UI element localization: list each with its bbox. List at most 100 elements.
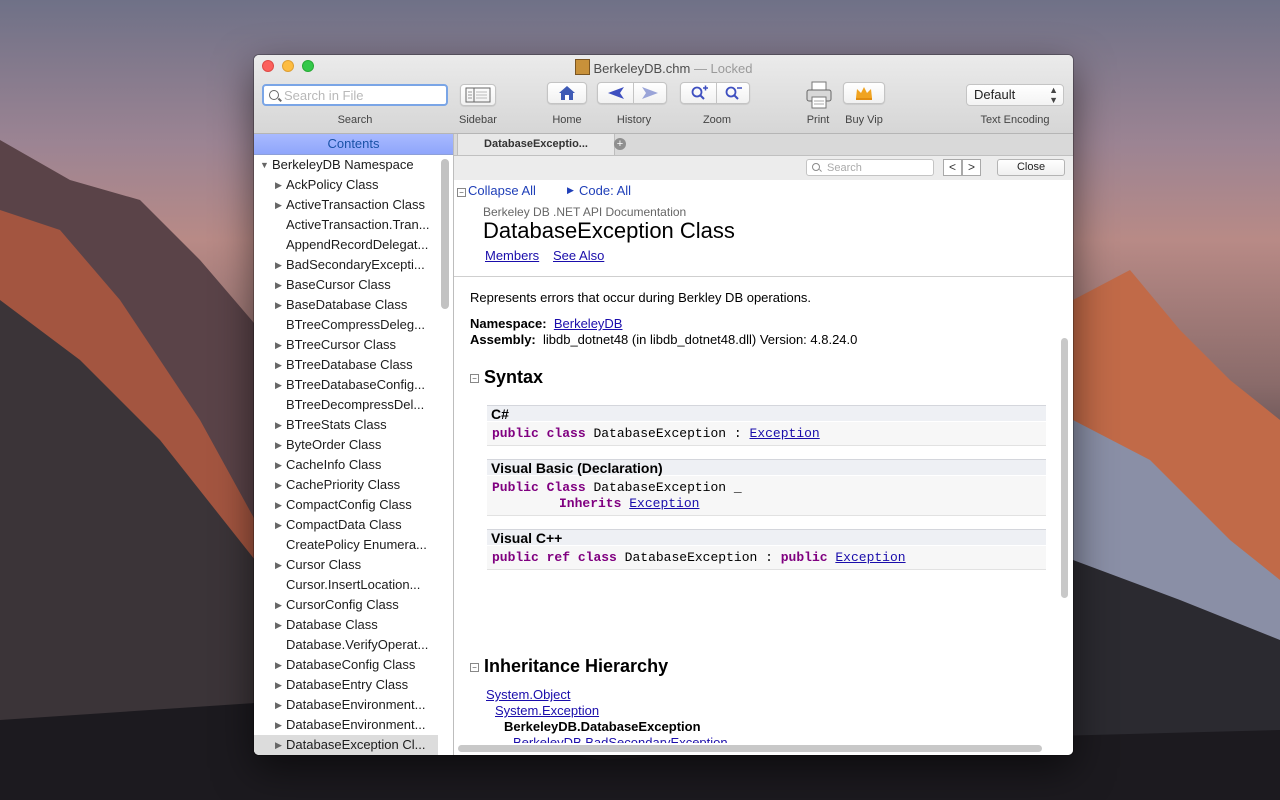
tree-item[interactable]: ▶ AckPolicy Class [254, 175, 438, 195]
zoom-out-icon [725, 86, 742, 100]
hierarchy-current-class: BerkeleyDB.DatabaseException [504, 719, 701, 734]
zoom-out-button[interactable] [716, 83, 749, 103]
disclosure-closed-icon[interactable]: ▶ [275, 295, 282, 315]
tree-item[interactable]: BTreeCompressDeleg... [254, 315, 438, 335]
tree-item[interactable]: Database.VerifyOperat... [254, 635, 438, 655]
contents-tab[interactable]: Contents [254, 134, 453, 155]
disclosure-closed-icon[interactable]: ▶ [275, 695, 282, 715]
code-filter-arrow-icon[interactable]: ▶ [567, 185, 574, 196]
find-next-button[interactable]: > [962, 159, 981, 176]
exception-link[interactable]: Exception [629, 496, 699, 511]
tree-item[interactable]: ▶ BaseCursor Class [254, 275, 438, 295]
disclosure-closed-icon[interactable]: ▶ [275, 515, 282, 535]
disclosure-closed-icon[interactable]: ▶ [275, 595, 282, 615]
tree-item[interactable]: ▶ BTreeDatabase Class [254, 355, 438, 375]
disclosure-closed-icon[interactable]: ▶ [275, 415, 282, 435]
tree-item[interactable]: ActiveTransaction.Tran... [254, 215, 438, 235]
disclosure-closed-icon[interactable]: ▶ [275, 735, 282, 755]
document-icon [574, 59, 590, 75]
disclosure-closed-icon[interactable]: ▶ [275, 175, 282, 195]
disclosure-closed-icon[interactable]: ▶ [275, 375, 282, 395]
search-icon [812, 163, 820, 171]
disclosure-closed-icon[interactable]: ▶ [275, 255, 282, 275]
tree-item[interactable]: ▶ CacheInfo Class [254, 455, 438, 475]
home-button[interactable] [547, 82, 587, 104]
vb-code: Public Class DatabaseException _ Inherit… [487, 476, 1046, 516]
code-filter-link[interactable]: Code: All [579, 183, 631, 198]
disclosure-closed-icon[interactable]: ▶ [275, 475, 282, 495]
find-previous-button[interactable]: < [943, 159, 962, 176]
disclosure-closed-icon[interactable]: ▶ [275, 715, 282, 735]
text-encoding-label: Text Encoding [980, 114, 1050, 126]
tab-database-exception[interactable]: DatabaseExceptio... [457, 134, 615, 155]
text-encoding-select[interactable]: Default ▲ ▼ [966, 84, 1064, 106]
disclosure-closed-icon[interactable]: ▶ [275, 555, 282, 575]
search-in-file-field[interactable] [262, 84, 448, 106]
syntax-collapse-icon[interactable]: − [470, 374, 479, 383]
search-label: Search [337, 114, 373, 126]
find-input[interactable] [827, 160, 927, 175]
members-link[interactable]: Members [485, 248, 539, 263]
tree-item[interactable]: ▶ DatabaseException Cl... [254, 735, 438, 755]
tree-item[interactable]: ▶ BaseDatabase Class [254, 295, 438, 315]
exception-link[interactable]: Exception [750, 426, 820, 441]
tree-item[interactable]: CreatePolicy Enumera... [254, 535, 438, 555]
tree-item[interactable]: ▶ ByteOrder Class [254, 435, 438, 455]
tree-item[interactable]: ▶ DatabaseEnvironment... [254, 715, 438, 735]
disclosure-closed-icon[interactable]: ▶ [275, 655, 282, 675]
disclosure-closed-icon[interactable]: ▶ [275, 435, 282, 455]
tree-item[interactable]: ▶ DatabaseEnvironment... [254, 695, 438, 715]
inheritance-collapse-icon[interactable]: − [470, 663, 479, 672]
content-vertical-scrollbar[interactable] [1061, 338, 1068, 598]
vb-heading: Visual Basic (Declaration) [487, 459, 1046, 476]
tree-root[interactable]: ▼ BerkeleyDB Namespace [254, 155, 438, 175]
add-tab-icon[interactable]: + [614, 138, 626, 150]
hierarchy-link[interactable]: System.Exception [486, 703, 1046, 719]
tree-item[interactable]: ▶ CompactData Class [254, 515, 438, 535]
find-search-field[interactable] [806, 159, 934, 176]
tree-item[interactable]: ▶ Database Class [254, 615, 438, 635]
forward-button[interactable] [633, 83, 666, 103]
disclosure-closed-icon[interactable]: ▶ [275, 335, 282, 355]
zoom-segment [680, 82, 750, 104]
tree-item[interactable]: ▶ BadSecondaryExcepti... [254, 255, 438, 275]
back-button[interactable] [598, 83, 634, 103]
tree-item[interactable]: ▶ CachePriority Class [254, 475, 438, 495]
tree-item[interactable]: ▶ BTreeDatabaseConfig... [254, 375, 438, 395]
see-also-link[interactable]: See Also [553, 248, 604, 263]
collapse-all-link[interactable]: Collapse All [468, 183, 536, 198]
tree-item[interactable]: Cursor.InsertLocation... [254, 575, 438, 595]
inheritance-list: System.Object System.Exception BerkeleyDB.… [486, 687, 1046, 743]
sidebar-button[interactable] [460, 84, 496, 106]
tree-item[interactable]: ▶ BTreeStats Class [254, 415, 438, 435]
tree-item[interactable]: ▶ CompactConfig Class [254, 495, 438, 515]
find-close-button[interactable]: Close [997, 159, 1065, 176]
content-horizontal-scrollbar[interactable] [458, 745, 1042, 752]
tree-item[interactable]: ▶ CursorConfig Class [254, 595, 438, 615]
zoom-in-button[interactable] [681, 83, 717, 103]
sidebar-scrollbar[interactable] [441, 159, 449, 309]
search-input[interactable] [284, 87, 434, 103]
disclosure-closed-icon[interactable]: ▶ [275, 455, 282, 475]
tree-item[interactable]: ▶ ActiveTransaction Class [254, 195, 438, 215]
exception-link[interactable]: Exception [835, 550, 905, 565]
disclosure-closed-icon[interactable]: ▶ [275, 675, 282, 695]
tree-item[interactable]: ▶ DatabaseEntry Class [254, 675, 438, 695]
back-arrow-icon [607, 87, 624, 99]
disclosure-closed-icon[interactable]: ▶ [275, 355, 282, 375]
hierarchy-link[interactable]: System.Object [486, 687, 1046, 703]
disclosure-closed-icon[interactable]: ▶ [275, 495, 282, 515]
namespace-link[interactable]: BerkeleyDB [554, 316, 623, 331]
hierarchy-link[interactable]: BerkeleyDB.BadSecondaryException [486, 735, 1046, 743]
tree-item[interactable]: BTreeDecompressDel... [254, 395, 438, 415]
disclosure-closed-icon[interactable]: ▶ [275, 615, 282, 635]
tree-item[interactable]: ▶ BTreeCursor Class [254, 335, 438, 355]
collapse-all-icon[interactable]: − [457, 188, 466, 197]
print-button[interactable] [804, 80, 834, 110]
tree-item[interactable]: AppendRecordDelegat... [254, 235, 438, 255]
buy-vip-button[interactable] [843, 82, 885, 104]
disclosure-closed-icon[interactable]: ▶ [275, 195, 282, 215]
tree-item[interactable]: ▶ Cursor Class [254, 555, 438, 575]
disclosure-closed-icon[interactable]: ▶ [275, 275, 282, 295]
tree-item[interactable]: ▶ DatabaseConfig Class [254, 655, 438, 675]
